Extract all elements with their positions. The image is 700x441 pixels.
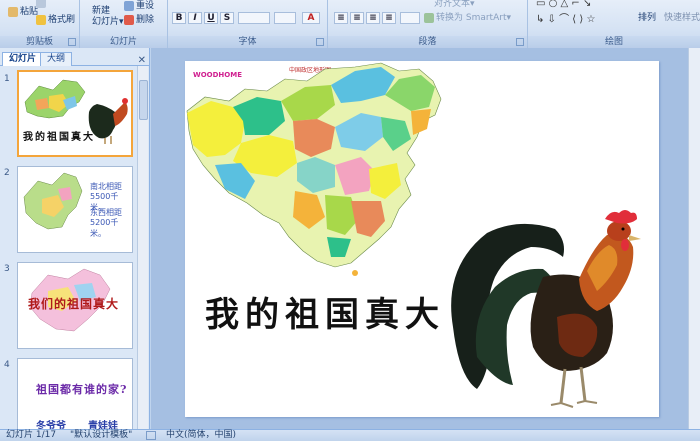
convert-smartart-button[interactable]: 转换为 SmartArt▾ [424,10,511,23]
tab-slides[interactable]: 幻灯片 [2,52,44,66]
thumbnail-title: 我的祖国真大 [23,132,95,143]
quick-styles-button[interactable]: 快速样式 [664,10,700,23]
font-color-icon: A [307,13,315,23]
align-center-icon: ≡ [353,13,361,23]
paste-icon [8,6,18,17]
strikethrough-icon: S [223,13,231,23]
status-bar: 幻灯片 1/17 "默认设计模板" 中文(简体，中国) [0,429,700,441]
italic-icon: I [193,13,197,23]
align-icon: ≡ [337,13,345,23]
slide-number: 4 [4,360,10,370]
paste-button[interactable]: 粘贴 [8,4,38,17]
slide-thumbnail-2[interactable]: 南北相距 5500千米。 东西相距 5200千米。 [17,166,133,253]
paragraph-group: ≡ ≡ ≡ ≡ 对齐文本▾ 转换为 SmartArt▾ 段落 [328,0,528,48]
shape-rectangle-icon[interactable]: ▭ ○ △ ⌐ ↘ [536,0,591,9]
font-launcher[interactable] [316,38,324,46]
font-color-button[interactable]: A [302,12,320,24]
delete-icon [124,14,134,25]
font-group: B I U S A 字体 [168,0,328,48]
pane-scrollbar-thumb[interactable] [139,80,148,120]
italic-button[interactable]: I [188,12,202,24]
justify-button[interactable]: ≡ [382,12,396,24]
copy-icon [36,0,46,8]
underline-icon: U [207,13,215,23]
slide-thumbnail-4[interactable]: 祖国都有谁的家? 冬爷爷 青娃娃 [17,358,133,430]
drawing-group-label: 绘图 [528,36,700,48]
shape-arrows-icon[interactable]: ↳ ⇩ ⌒ ⟨ ⟩ ☆ [536,10,595,25]
canvas-scrollbar[interactable] [688,48,700,429]
language-indicator[interactable]: 中文(简体，中国) [166,430,236,441]
slides-group: 新建 幻灯片▾ 重设 删除 幻灯片 [80,0,168,48]
format-painter-button[interactable]: 格式刷 [36,12,75,25]
clipboard-group: 粘贴 格式刷 剪贴板 [0,0,80,48]
pane-scrollbar[interactable] [137,66,148,429]
paragraph-group-label: 段落 [328,36,527,48]
drawing-group: ▭ ○ △ ⌐ ↘ ↳ ⇩ ⌒ ⟨ ⟩ ☆ 排列 快速样式 绘图 [528,0,700,48]
align-right-button[interactable]: ≡ [366,12,380,24]
strikethrough-button[interactable]: S [220,12,234,24]
pane-tabs: 幻灯片 大纲 ✕ [0,52,150,66]
bold-icon: B [175,13,183,23]
slide-number: 3 [4,264,10,274]
underline-button[interactable]: U [204,12,218,24]
ribbon: 粘贴 格式刷 剪贴板 新建 幻灯片▾ 重设 删除 幻灯片 B I U S A 字… [0,0,700,48]
rooster-image [451,210,641,408]
slides-pane: 幻灯片 大纲 ✕ 1 我的祖国真大 2 南北相距 5500千米。 东西相距 52… [0,48,150,430]
paragraph-launcher[interactable] [516,38,524,46]
slide-counter: 幻灯片 1/17 [6,430,57,440]
spell-check-icon[interactable] [146,431,156,440]
align-left-button[interactable]: ≡ [334,12,348,24]
format-painter-icon [36,14,46,25]
slides-group-label: 幻灯片 [80,36,167,48]
slide-number: 1 [4,74,10,84]
char-spacing-button[interactable] [238,12,270,24]
slide-thumbnail-3[interactable]: 我们的祖国真大 [17,262,133,349]
new-slide-button[interactable]: 新建 幻灯片▾ [92,6,124,28]
align-center-button[interactable]: ≡ [350,12,364,24]
close-icon[interactable]: ✕ [138,55,146,66]
theme-name[interactable]: "默认设计模板" [70,430,132,441]
current-slide[interactable]: 中国政区地形图 WOODHOME 我的祖国真大 [185,61,659,417]
thumbnail-title: 我们的祖国真大 [28,297,120,311]
thumbnail-title: 祖国都有谁的家? [36,383,128,396]
tab-outline[interactable]: 大纲 [40,52,73,66]
align-text-button[interactable]: 对齐文本▾ [434,0,475,9]
slide-canvas: 中国政区地形图 WOODHOME 我的祖国真大 [151,48,700,429]
justify-icon: ≡ [385,13,393,23]
font-group-label: 字体 [168,36,327,48]
reset-button[interactable]: 重设 [124,0,154,11]
clipboard-launcher[interactable] [68,38,76,46]
slide-number: 2 [4,168,10,178]
china-map-image [186,62,442,276]
smartart-icon [424,12,434,23]
slide-thumbnail-1[interactable]: 我的祖国真大 [17,70,133,157]
copy-button[interactable] [36,0,48,9]
arrange-button[interactable]: 排列 [638,10,656,23]
change-case-button[interactable] [274,12,296,24]
slide-title[interactable]: 我的祖国真大 [205,287,445,336]
columns-button[interactable] [400,12,420,24]
align-right-icon: ≡ [369,13,377,23]
delete-button[interactable]: 删除 [124,12,154,25]
bold-button[interactable]: B [172,12,186,24]
reset-icon [124,0,134,11]
